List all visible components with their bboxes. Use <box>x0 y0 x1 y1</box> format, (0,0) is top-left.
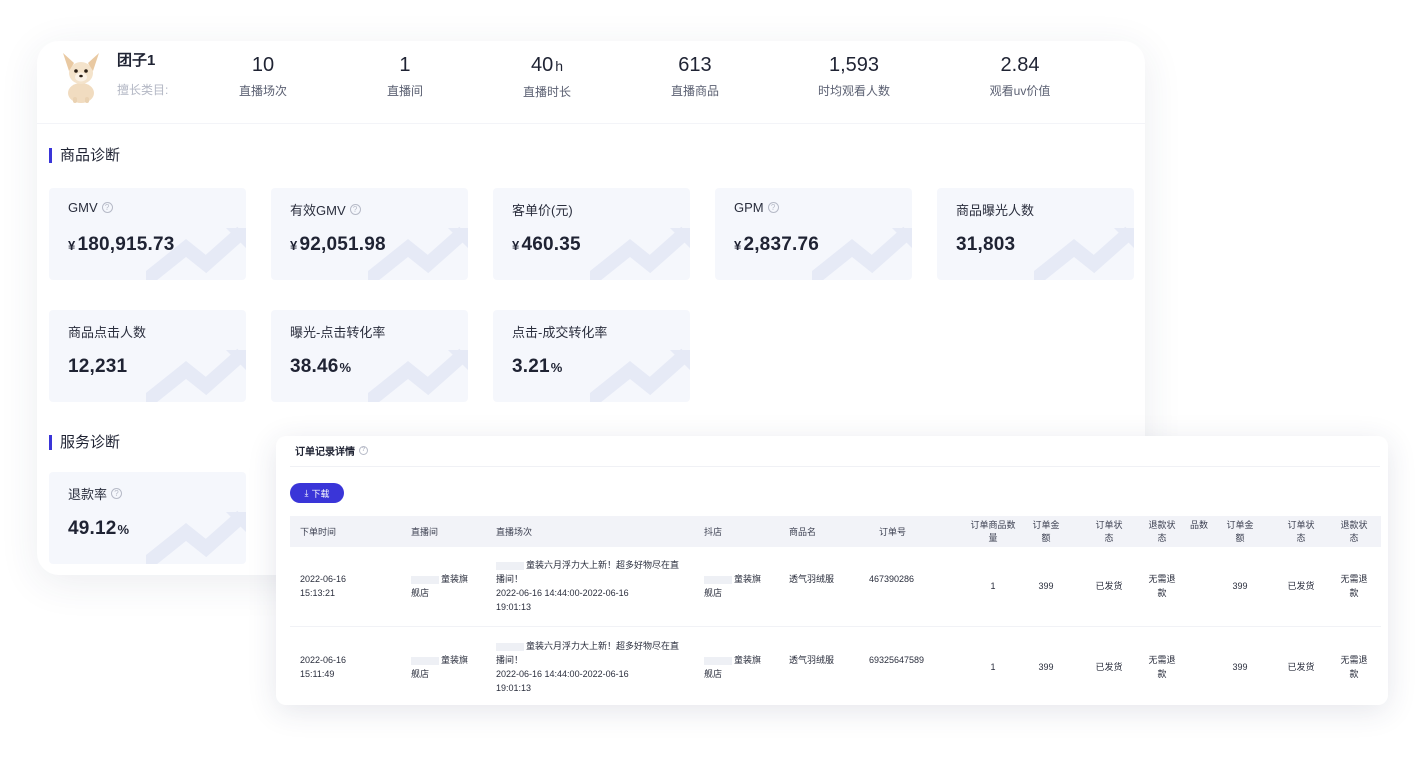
cell-shop: 童装旗 舰店 <box>704 655 762 679</box>
stat-live-duration: 40 h 直播时长 <box>522 54 572 99</box>
avatar[interactable] <box>59 47 103 103</box>
metric-card-gpm[interactable]: GPM? ¥2,837.76 <box>715 188 912 280</box>
metric-card-product-clicks[interactable]: 商品点击人数 12,231 <box>49 310 246 402</box>
cell-order-no: 69325647589 <box>869 655 925 665</box>
col-header-order-time[interactable]: 下单时间 <box>300 526 336 539</box>
trend-decoration-icon <box>368 226 468 280</box>
stat-uv-value: 2.84 观看uv价值 <box>989 54 1051 98</box>
cell-product-name: 透气羽绒服 <box>789 574 835 584</box>
stat-live-rooms: 1 直播间 <box>386 54 424 98</box>
trend-decoration-icon <box>1034 226 1134 280</box>
cell-shop: 童装旗 舰店 <box>704 574 762 598</box>
cell-live-session: 童装六月浮力大上新！超多好物尽在直 播间！ 2022-06-16 14:44:00-… <box>496 641 680 693</box>
metric-card-product-exposure[interactable]: 商品曝光人数 31,803 <box>937 188 1134 280</box>
cell-order-no: 467390286 <box>869 574 915 584</box>
metric-card-exposure-click-rate[interactable]: 曝光-点击转化率 38.46% <box>271 310 468 402</box>
download-icon: ⤓ <box>304 487 309 498</box>
order-title-divider <box>290 466 1380 467</box>
col-header-live-room[interactable]: 直播间 <box>411 526 438 539</box>
section-title-product-diagnosis: 商品诊断 <box>49 148 120 163</box>
section-title-service-diagnosis: 服务诊断 <box>49 435 120 450</box>
col-header-item-count[interactable]: 品数 <box>1190 519 1208 532</box>
cell-order-status: 已发货 <box>1095 581 1123 591</box>
cell-refund-status: 无需退款 <box>1148 574 1176 598</box>
help-icon[interactable]: ? <box>101 202 113 213</box>
cell-order-status-2: 已发货 <box>1287 581 1315 591</box>
metric-card-avg-order-price[interactable]: 客单价(元) ¥460.35 <box>493 188 690 280</box>
stat-live-products: 613 直播商品 <box>670 54 720 98</box>
cell-order-status-2: 已发货 <box>1287 662 1315 672</box>
order-records-card: 订单记录详情 ? ⤓ 下载 下单时间 直播间 直播场次 抖店 商品名 订单号 订… <box>276 436 1388 705</box>
cell-order-qty: 1 <box>990 662 996 672</box>
help-icon[interactable]: ? <box>111 488 123 499</box>
col-header-refund-status[interactable]: 退款状态 <box>1146 519 1178 545</box>
col-header-shop[interactable]: 抖店 <box>704 526 722 539</box>
header-divider <box>37 123 1145 124</box>
streamer-profile-header: 团子1 擅长类目: 10 直播场次 1 直播间 40 h 直播时长 613 直播商… <box>37 41 1145 121</box>
col-header-order-amount-2[interactable]: 订单金额 <box>1226 519 1254 545</box>
cell-order-amount: 399 <box>1038 581 1054 591</box>
dog-avatar-icon <box>63 53 99 103</box>
help-icon[interactable]: ? <box>349 204 361 215</box>
cell-order-qty: 1 <box>990 581 996 591</box>
category-label: 擅长类目: <box>117 83 169 97</box>
cell-order-status: 已发货 <box>1095 662 1123 672</box>
cell-order-amount-2: 399 <box>1232 662 1248 672</box>
col-header-order-status[interactable]: 订单状态 <box>1093 519 1125 545</box>
cell-refund-status-2: 无需退款 <box>1340 574 1368 598</box>
download-button[interactable]: ⤓ 下载 <box>290 483 344 503</box>
order-table-header <box>290 516 1381 547</box>
trend-decoration-icon <box>590 226 690 280</box>
trend-decoration-icon <box>146 226 246 280</box>
cell-order-amount: 399 <box>1038 662 1054 672</box>
trend-decoration-icon <box>146 510 246 564</box>
col-header-order-amount[interactable]: 订单金额 <box>1032 519 1060 545</box>
col-header-product-name[interactable]: 商品名 <box>789 526 816 539</box>
trend-decoration-icon <box>146 348 246 402</box>
trend-decoration-icon <box>368 348 468 402</box>
help-icon[interactable]: ? <box>359 446 368 455</box>
col-header-order-status-2[interactable]: 订单状态 <box>1285 519 1317 545</box>
metric-card-refund-rate[interactable]: 退款率? 49.12% <box>49 472 246 564</box>
col-header-live-session[interactable]: 直播场次 <box>496 526 532 539</box>
col-header-order-no[interactable]: 订单号 <box>879 526 906 539</box>
trend-decoration-icon <box>590 348 690 402</box>
col-header-refund-status-2[interactable]: 退款状态 <box>1338 519 1370 545</box>
cell-live-session: 童装六月浮力大上新！超多好物尽在直 播间！ 2022-06-16 14:44:00-… <box>496 560 680 612</box>
cell-refund-status-2: 无需退款 <box>1340 655 1368 679</box>
col-header-order-qty[interactable]: 订单商品数量 <box>968 519 1018 545</box>
cell-live-room: 童装旗 舰店 <box>411 655 469 679</box>
metric-card-valid-gmv[interactable]: 有效GMV? ¥92,051.98 <box>271 188 468 280</box>
cell-product-name: 透气羽绒服 <box>789 655 835 665</box>
cell-live-room: 童装旗 舰店 <box>411 574 469 598</box>
stat-live-sessions: 10 直播场次 <box>238 54 288 98</box>
cell-order-time: 2022-06-16 15:11:49 <box>300 655 347 679</box>
metric-card-gmv[interactable]: GMV? ¥180,915.73 <box>49 188 246 280</box>
cell-order-amount-2: 399 <box>1232 581 1248 591</box>
streamer-name: 团子1 <box>117 52 156 69</box>
cell-refund-status: 无需退款 <box>1148 655 1176 679</box>
order-records-title: 订单记录详情 ? <box>295 443 368 458</box>
trend-decoration-icon <box>812 226 912 280</box>
help-icon[interactable]: ? <box>767 202 779 213</box>
row-divider <box>290 626 1381 627</box>
metric-card-click-deal-rate[interactable]: 点击-成交转化率 3.21% <box>493 310 690 402</box>
stat-hourly-viewers: 1,593 时均观看人数 <box>817 54 891 98</box>
cell-order-time: 2022-06-16 15:13:21 <box>300 574 347 598</box>
